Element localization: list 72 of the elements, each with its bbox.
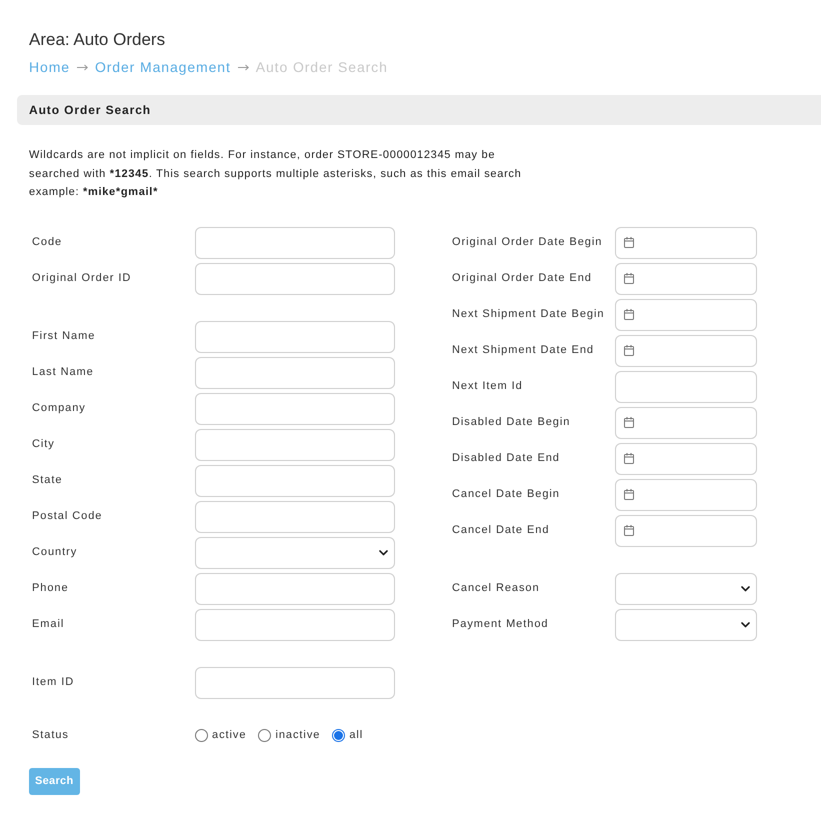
field-label: Next Shipment Date Begin bbox=[452, 307, 606, 322]
field-label: Item ID bbox=[32, 675, 76, 690]
field-label: Cancel Date Begin bbox=[452, 487, 561, 502]
text-input[interactable] bbox=[195, 262, 395, 294]
radio-button[interactable] bbox=[258, 729, 272, 742]
date-input[interactable] bbox=[615, 262, 757, 294]
field-label: Company bbox=[32, 401, 87, 416]
date-input[interactable] bbox=[615, 298, 757, 330]
date-input[interactable] bbox=[615, 478, 757, 510]
field-label: Cancel Reason bbox=[452, 581, 541, 596]
chevron-down-icon bbox=[741, 622, 750, 628]
chevron-down-icon bbox=[379, 550, 388, 556]
select-dropdown[interactable] bbox=[615, 608, 757, 640]
text-input[interactable] bbox=[195, 572, 395, 604]
field-label: Status bbox=[32, 728, 70, 744]
field-label: Original Order ID bbox=[32, 271, 132, 286]
field-label: Original Order Date Begin bbox=[452, 235, 604, 250]
date-input[interactable] bbox=[615, 334, 757, 366]
radio-button[interactable] bbox=[195, 729, 208, 742]
arrow-right-icon bbox=[76, 64, 88, 70]
date-input[interactable] bbox=[615, 442, 757, 474]
radio-label: inactive bbox=[275, 728, 320, 744]
field-label: Country bbox=[32, 545, 78, 560]
radio-button[interactable] bbox=[332, 729, 346, 742]
field-label: Disabled Date Begin bbox=[452, 415, 572, 430]
field-label: City bbox=[32, 437, 56, 452]
wildcard-notice: Wildcards are not implicit on fields. For instance, order STORE-0000012345 may be searched with *12345. This search supports multiple asterisks, such as this email search example: *mike*gmail* bbox=[29, 148, 522, 200]
field-label: State bbox=[32, 473, 64, 488]
date-input[interactable] bbox=[615, 406, 757, 438]
field-label: First Name bbox=[32, 329, 96, 344]
field-label: Disabled Date End bbox=[452, 451, 561, 466]
text-input[interactable] bbox=[195, 320, 395, 352]
search-button[interactable]: Search bbox=[29, 768, 80, 794]
arrow-right-icon bbox=[238, 64, 249, 70]
text-input[interactable] bbox=[195, 428, 395, 460]
select-dropdown[interactable] bbox=[615, 572, 757, 604]
calendar-icon bbox=[624, 417, 634, 428]
field-label: Cancel Date End bbox=[452, 523, 550, 538]
select-dropdown[interactable] bbox=[195, 536, 395, 568]
field-label: Payment Method bbox=[452, 617, 550, 632]
field-label: Email bbox=[32, 617, 66, 632]
calendar-icon bbox=[624, 345, 634, 356]
calendar-icon bbox=[624, 489, 634, 500]
text-input[interactable] bbox=[195, 666, 395, 698]
text-input[interactable] bbox=[195, 464, 395, 496]
radio-label: all bbox=[349, 728, 364, 744]
text-input[interactable] bbox=[195, 608, 395, 640]
chevron-down-icon bbox=[741, 586, 750, 592]
calendar-icon bbox=[624, 309, 634, 320]
field-label: Last Name bbox=[32, 365, 95, 380]
text-input[interactable] bbox=[195, 356, 395, 388]
radio-label: active bbox=[212, 728, 246, 744]
breadcrumb-link[interactable]: Home bbox=[29, 58, 70, 76]
date-input[interactable] bbox=[615, 226, 757, 258]
field-label: Code bbox=[32, 235, 64, 250]
calendar-icon bbox=[624, 237, 634, 248]
text-input[interactable] bbox=[195, 500, 395, 532]
field-label: Phone bbox=[32, 581, 70, 596]
text-input[interactable] bbox=[195, 226, 395, 258]
field-label: Next Item Id bbox=[452, 379, 524, 394]
field-label: Postal Code bbox=[32, 509, 104, 524]
page-title: Area: Auto Orders bbox=[29, 30, 166, 50]
calendar-icon bbox=[624, 453, 634, 464]
date-input[interactable] bbox=[615, 514, 757, 546]
field-label: Original Order Date End bbox=[452, 271, 593, 286]
text-input[interactable] bbox=[615, 370, 757, 402]
calendar-icon bbox=[624, 273, 634, 284]
calendar-icon bbox=[624, 525, 634, 536]
field-label: Next Shipment Date End bbox=[452, 343, 595, 358]
breadcrumb-link[interactable]: Order Management bbox=[94, 58, 231, 76]
text-input[interactable] bbox=[195, 392, 395, 424]
panel-title: Auto Order Search bbox=[29, 102, 151, 119]
